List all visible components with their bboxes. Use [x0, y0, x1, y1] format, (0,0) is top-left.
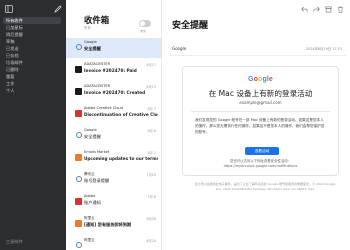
list-item-sender: Adobe	[84, 194, 96, 198]
sidebar-item-drafts[interactable]: 草稿	[3, 38, 61, 45]
list-item-subject: 安全提醒	[84, 46, 101, 51]
sender-logo-icon	[75, 154, 82, 161]
message-title: 安全提醒	[172, 21, 209, 31]
sidebar-item-sent[interactable]: 已发送	[3, 45, 61, 52]
sidebar-item-archive[interactable]: 已存档	[3, 52, 61, 59]
list-item-sender: 腾讯云	[84, 172, 95, 176]
sender-logo-icon	[75, 220, 82, 227]
reply-icon[interactable]	[301, 6, 308, 13]
sender-logo-icon	[75, 88, 82, 95]
message-list: 收件箱 所有 未读 Google 安全提醒 ADATACENTER 8月17 I…	[66, 0, 162, 250]
list-item[interactable]: Adobe Creative Cloud 8月 7 Discontinuatio…	[66, 104, 161, 124]
unread-toggle[interactable]	[139, 20, 151, 27]
message-detail: 安全提醒 Google 2024年8月19日 17:15 Google 在 Ma…	[162, 0, 350, 250]
trash-icon[interactable]	[337, 6, 344, 13]
list-item-subject: Discontinuation of Creative Cloud...	[84, 112, 158, 117]
archive-icon[interactable]	[325, 6, 332, 13]
list-item-sender: ADATACENTER	[84, 84, 111, 88]
list-item-subject: Upcoming updates to our terms &...	[84, 156, 158, 161]
list-item[interactable]: ADATACENTER 8月15 Invoice #202470: Create…	[66, 82, 161, 102]
list-item-subject: 安全提醒	[84, 134, 101, 139]
list-item-date: 8月17	[146, 63, 156, 67]
card-title: 在 Mac 设备上有新的登录活动	[208, 89, 313, 98]
list-item-sender: ADATACENTER	[84, 62, 111, 66]
sidebar-item-work[interactable]: 工作	[3, 80, 61, 87]
list-item-date: 6月24	[146, 239, 156, 243]
list-item-subject: 账号登录提醒	[84, 178, 110, 183]
sidebar-item-personal[interactable]: 个人	[3, 87, 61, 94]
sidebar-item-important[interactable]: 重要	[3, 73, 61, 80]
list-item-subject: Invoice #202470: Created	[84, 90, 146, 95]
sidebar-toggle-icon[interactable]	[5, 5, 13, 13]
list-header: 收件箱 所有 未读	[66, 0, 161, 33]
list-item-sender: Adobe Creative Cloud	[84, 106, 123, 110]
card-account: example@gmail.com	[239, 100, 282, 105]
list-item-sender: Emails Market	[84, 150, 110, 154]
sidebar-item-snoozed[interactable]: 稍后提醒	[3, 31, 61, 38]
list-item-sender: 阿里云	[84, 216, 95, 220]
list-item-sender: 阿里云	[84, 238, 95, 242]
list-item-subject: Invoice #202470: Paid	[84, 68, 137, 73]
legal-text: 您之所以会收到此电子邮件，是为了让您了解有关您的 Google 账号和服务的重要…	[194, 182, 336, 191]
google-logo: Google	[248, 76, 273, 83]
list-item-date: 6月28	[146, 217, 156, 221]
card-footer: 您也可以访问以下网址查看安全性活动：https://myaccount.goog…	[223, 159, 298, 168]
list-item-date: 8月 2	[147, 151, 156, 155]
list-item[interactable]: Google 8月 6 安全提醒	[66, 126, 161, 146]
mail-app: 所有收件 已加星标 稍后提醒 草稿 已发送 已存档 垃圾邮件 已删除 重要 工作…	[0, 0, 350, 250]
list-item-date: 7月 8	[147, 195, 156, 199]
sidebar-item-starred[interactable]: 已加星标	[3, 24, 61, 31]
check-activity-button[interactable]: 查看活动	[245, 147, 279, 155]
sender-name: Google	[172, 46, 187, 51]
detail-divider	[170, 55, 346, 56]
list-item[interactable]: 腾讯云 7月29 账号登录提醒	[66, 170, 161, 190]
list-item-subject: 账户通知	[84, 200, 101, 205]
list-subtitle: 所有	[84, 26, 91, 30]
sidebar-item-trash[interactable]: 已删除	[3, 66, 61, 73]
detail-toolbar	[301, 6, 344, 13]
sidebar-item-all[interactable]: 所有收件	[3, 17, 61, 24]
message-sender[interactable]: Google	[172, 46, 186, 51]
sender-logo-icon	[76, 176, 82, 182]
sender-logo-icon	[75, 66, 82, 73]
list-item[interactable]: Google 安全提醒	[66, 38, 161, 58]
google-logo-icon	[76, 132, 82, 138]
google-logo-icon	[76, 44, 82, 50]
list-item-subject: [通知] 您有服务即将到期	[84, 222, 132, 227]
list-item-date: 8月15	[146, 85, 156, 89]
list-item-date: 8月 7	[147, 107, 156, 111]
card-divider	[191, 111, 330, 112]
message-date: 2024年8月19日 17:15	[305, 47, 342, 51]
compose-icon[interactable]	[54, 5, 62, 13]
adobe-logo-icon	[75, 110, 82, 117]
sidebar-toolbar	[5, 4, 62, 14]
card-body: 我们发现您的 Google 账号在一部 Mac 设备上有新的登录活动。如果这是您…	[195, 118, 325, 134]
sidebar-item-spam[interactable]: 垃圾邮件	[3, 59, 61, 66]
list-item[interactable]: Emails Market 8月 2 Upcoming updates to o…	[66, 148, 161, 168]
sidebar: 所有收件 已加星标 稍后提醒 草稿 已发送 已存档 垃圾邮件 已删除 重要 工作…	[0, 0, 66, 250]
list-item[interactable]: ADATACENTER 8月17 Invoice #202470: Paid	[66, 60, 161, 80]
list-item-date: 8月 6	[147, 129, 156, 133]
sender-logo-icon	[76, 242, 82, 248]
list-item-date: 7月29	[146, 173, 156, 177]
email-card: Google 在 Mac 设备上有新的登录活动 example@gmail.co…	[182, 66, 339, 176]
list-item[interactable]: Adobe 7月 8 账户通知	[66, 192, 161, 212]
list-item[interactable]: 阿里云 6月24	[66, 236, 161, 250]
adobe-logo-icon	[75, 198, 82, 205]
sidebar-footer: 三星邮件	[6, 239, 23, 244]
forward-icon[interactable]	[313, 6, 320, 13]
list-item[interactable]: 阿里云 6月28 [通知] 您有服务即将到期	[66, 214, 161, 234]
list-item-sender: Google	[84, 128, 97, 132]
list-item-sender: Google	[84, 40, 97, 44]
unread-toggle-label: 未读	[140, 29, 147, 33]
